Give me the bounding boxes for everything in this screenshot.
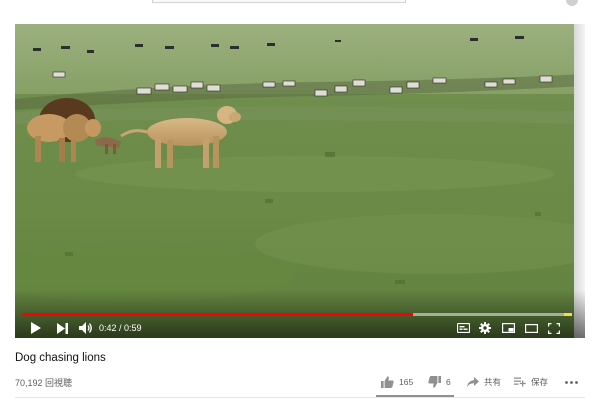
settings-button[interactable] [478, 320, 492, 336]
next-button[interactable] [55, 320, 69, 336]
fullscreen-icon [548, 322, 560, 334]
view-count: 70,192 回視聴 [15, 378, 73, 388]
miniplayer-button[interactable] [501, 320, 515, 336]
progress-bar[interactable] [22, 313, 572, 316]
time-separator: / [116, 323, 125, 333]
more-icon [565, 380, 578, 384]
share-button[interactable]: 共有 [467, 375, 501, 389]
theater-mode-icon [524, 323, 538, 333]
save-playlist-icon [514, 377, 526, 387]
dislike-button[interactable]: 6 [428, 375, 451, 389]
time-current: 0:42 [99, 323, 117, 333]
share-icon [467, 377, 479, 387]
fullscreen-button[interactable] [547, 320, 561, 336]
more-actions-button[interactable] [565, 375, 578, 389]
progress-played [22, 313, 413, 316]
subtitles-icon [456, 323, 470, 333]
play-icon [30, 322, 41, 334]
video-title: Dog chasing lions [15, 352, 106, 364]
volume-icon [78, 322, 92, 334]
like-button[interactable]: 165 [381, 375, 413, 389]
time-display: 0:42 / 0:59 [99, 321, 142, 335]
save-label: 保存 [531, 377, 549, 387]
theater-mode-button[interactable] [524, 320, 538, 336]
miniplayer-icon [501, 323, 515, 333]
top-bar [0, 0, 600, 14]
divider [15, 397, 585, 398]
next-icon [56, 322, 68, 334]
like-count: 165 [399, 377, 414, 387]
thumbs-up-icon [381, 376, 394, 388]
save-button[interactable]: 保存 [514, 375, 548, 389]
account-avatar-edge[interactable] [566, 0, 578, 6]
subtitles-button[interactable] [456, 320, 470, 336]
time-total: 0:59 [124, 323, 142, 333]
share-label: 共有 [484, 377, 502, 387]
search-box-edge[interactable] [152, 0, 406, 3]
dislike-count: 6 [446, 377, 451, 387]
thumbs-down-icon [428, 376, 441, 388]
gear-icon [479, 322, 491, 334]
video-player[interactable]: 0:42 / 0:59 [15, 24, 585, 338]
volume-button[interactable] [78, 320, 94, 336]
progress-end-marker [564, 313, 572, 316]
play-button[interactable] [28, 320, 42, 336]
